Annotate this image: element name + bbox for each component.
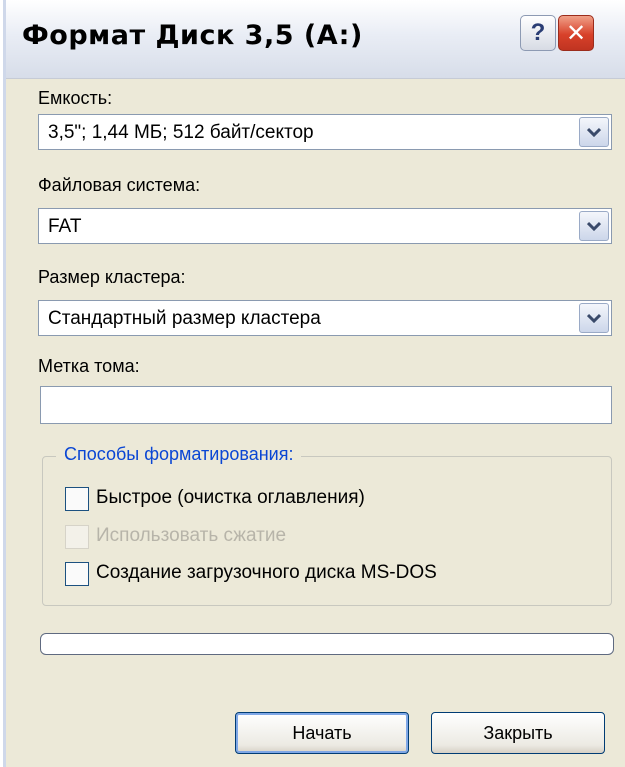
filesystem-select[interactable]: FAT	[38, 208, 612, 244]
format-dialog: Формат Диск 3,5 (A:) ? ✕ Емкость: 3,5"; …	[3, 0, 625, 767]
msdos-boot-checkbox[interactable]	[65, 562, 89, 586]
cluster-dropdown-button[interactable]	[579, 303, 609, 333]
chevron-down-icon	[587, 127, 601, 137]
volume-label-input[interactable]	[40, 386, 612, 424]
format-progress-bar	[40, 633, 614, 655]
title-bar[interactable]: Формат Диск 3,5 (A:) ? ✕	[6, 0, 625, 79]
filesystem-value: FAT	[48, 216, 82, 237]
chevron-down-icon	[587, 221, 601, 231]
compression-label: Использовать сжатие	[96, 525, 287, 546]
close-icon: ✕	[565, 19, 587, 47]
close-button[interactable]: Закрыть	[431, 712, 605, 754]
start-button[interactable]: Начать	[235, 712, 409, 754]
msdos-boot-label: Создание загрузочного диска MS-DOS	[96, 562, 437, 583]
volume-label: Метка тома:	[38, 356, 140, 376]
filesystem-label: Файловая система:	[38, 175, 201, 195]
capacity-dropdown-button[interactable]	[579, 117, 609, 147]
capacity-value: 3,5"; 1,44 МБ; 512 байт/сектор	[48, 122, 314, 143]
format-options-legend: Способы форматирования:	[56, 444, 302, 465]
capacity-select[interactable]: 3,5"; 1,44 МБ; 512 байт/сектор	[38, 114, 612, 150]
chevron-down-icon	[587, 313, 601, 323]
compression-checkbox	[65, 525, 89, 549]
close-window-button[interactable]: ✕	[558, 15, 594, 51]
filesystem-dropdown-button[interactable]	[579, 211, 609, 241]
cluster-label: Размер кластера:	[38, 267, 186, 287]
quick-format-checkbox[interactable]	[65, 487, 89, 511]
capacity-label: Емкость:	[38, 88, 113, 108]
window-title: Формат Диск 3,5 (A:)	[22, 20, 363, 51]
help-button[interactable]: ?	[520, 15, 556, 51]
question-icon: ?	[530, 19, 546, 46]
cluster-value: Стандартный размер кластера	[48, 308, 321, 329]
quick-format-label: Быстрое (очистка оглавления)	[96, 487, 365, 508]
cluster-select[interactable]: Стандартный размер кластера	[38, 300, 612, 336]
